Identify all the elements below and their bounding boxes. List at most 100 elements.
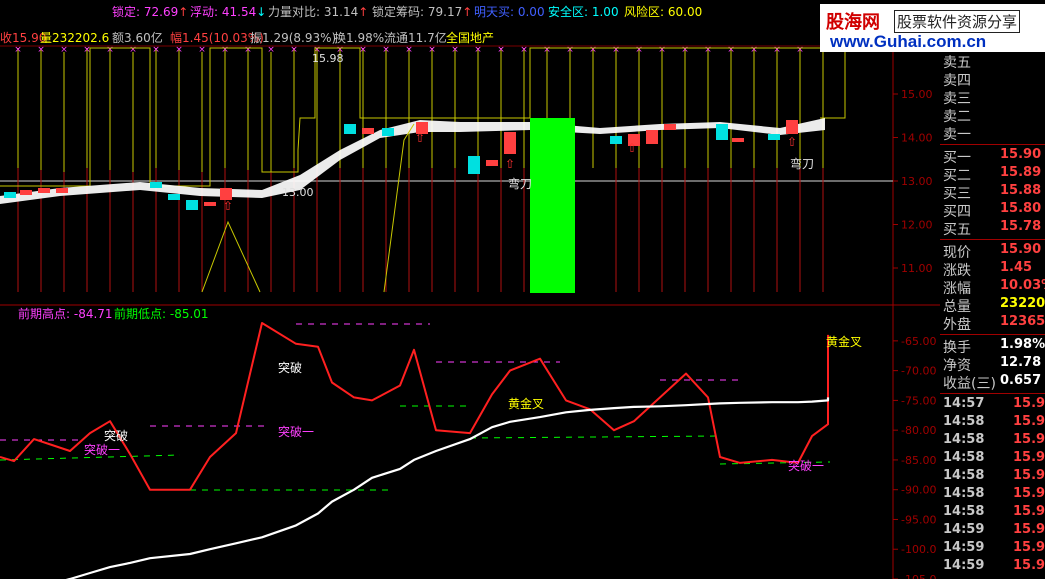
quote-label: 外盘 — [943, 317, 971, 333]
cross-marker: × — [612, 45, 620, 55]
summary-item-text: 力量对比: 31.14 — [268, 5, 359, 19]
candlestick[interactable] — [150, 182, 162, 188]
info-item: 额3.60亿 — [112, 31, 163, 45]
cross-marker: × — [727, 45, 735, 55]
quote-row: 现价 15.90 — [940, 242, 1045, 261]
up-arrow-icon: ⇧ — [223, 199, 233, 213]
quote-value: 15.9 — [1013, 540, 1045, 555]
cross-marker: × — [589, 45, 597, 55]
candlestick[interactable] — [664, 124, 676, 130]
quote-label: 买二 — [943, 168, 971, 184]
y-tick-label: -65.00 — [901, 335, 936, 348]
quote-label: 14:59 — [943, 522, 985, 537]
candlestick[interactable] — [382, 128, 394, 136]
quote-row: 14:57 15.9 — [940, 396, 1045, 414]
quote-row: 14:58 15.9 — [940, 486, 1045, 504]
candlestick[interactable] — [504, 132, 516, 154]
quote-row: 14:58 15.9 — [940, 414, 1045, 432]
summary-item-text: 锁定筹码: 79.17 — [372, 5, 463, 19]
quote-label: 卖三 — [943, 91, 971, 107]
y-tick-label: -75.00 — [901, 394, 936, 407]
quote-row: 外盘 123658 — [940, 314, 1045, 333]
summary-item: 锁定: 72.69↑ — [112, 3, 188, 20]
y-tick-label: 15.00 — [901, 88, 933, 101]
candlestick[interactable] — [204, 202, 216, 206]
candlestick[interactable] — [38, 188, 50, 193]
candlestick[interactable] — [732, 138, 744, 142]
quote-value: 15.9 — [1013, 468, 1045, 483]
y-tick-label: 12.00 — [901, 219, 933, 232]
y-tick-label: -85.00 — [901, 454, 936, 467]
candlestick[interactable] — [468, 156, 480, 174]
quote-label: 14:58 — [943, 414, 985, 429]
quote-label: 14:59 — [943, 540, 985, 555]
candlestick[interactable] — [4, 192, 16, 198]
quote-row: 卖三 — [940, 88, 1045, 107]
peak-price-label: 15.98 — [312, 52, 344, 65]
quote-label: 涨跌 — [943, 263, 971, 279]
cross-marker: × — [566, 45, 574, 55]
quote-label: 14:58 — [943, 468, 985, 483]
info-item: 全国地产 — [446, 31, 495, 45]
cross-marker: × — [60, 45, 68, 55]
panel-separator — [940, 239, 1045, 240]
quote-label: 总量 — [943, 299, 971, 315]
candlestick[interactable] — [486, 160, 498, 166]
cross-marker: × — [681, 45, 689, 55]
candlestick[interactable] — [362, 128, 374, 134]
quote-row: 14:58 15.9 — [940, 468, 1045, 486]
signal-annotation: 突破 — [278, 360, 302, 375]
quote-value: 15.90 — [1000, 242, 1042, 257]
quote-value: 15.9 — [1013, 432, 1045, 447]
quote-value: 15.9 — [1013, 504, 1045, 519]
cross-marker: × — [704, 45, 712, 55]
signal-annotation: 突破一 — [788, 458, 824, 473]
quote-row: 14:59 15.9 — [940, 540, 1045, 558]
quote-value: 15.9 — [1013, 414, 1045, 429]
cross-marker: × — [451, 45, 459, 55]
box-outline — [0, 47, 846, 187]
indicator-line-white[interactable] — [0, 397, 830, 579]
limit-up-candle[interactable] — [530, 118, 575, 293]
quote-value: 15.90 — [1000, 147, 1042, 162]
chart-canvas[interactable]: 15.00 14.00 13.00 12.00 11.00 × × × × × × × × × × × × × × ×… — [0, 0, 1045, 579]
down-arrow-icon: ↓ — [256, 5, 267, 19]
panel-separator — [940, 393, 1045, 394]
candlestick[interactable] — [56, 188, 68, 193]
cross-marker: × — [267, 45, 275, 55]
candlestick[interactable] — [646, 130, 658, 144]
moving-average-band — [0, 118, 825, 204]
quote-value: 15.80 — [1000, 201, 1042, 216]
up-arrow-icon: ⇧ — [415, 131, 425, 145]
quote-label: 买四 — [943, 204, 971, 220]
quote-row: 14:59 15.9 — [940, 522, 1045, 540]
y-tick-label: 13.00 — [901, 175, 933, 188]
cross-marker: × — [244, 45, 252, 55]
info-item: 流通11.7亿 — [384, 31, 447, 45]
candlestick[interactable] — [716, 124, 728, 140]
candlestick[interactable] — [768, 134, 780, 140]
quote-label: 卖四 — [943, 73, 971, 89]
candlestick[interactable] — [610, 136, 622, 144]
candlestick[interactable] — [786, 120, 798, 134]
up-arrow-icon: ↑ — [462, 5, 473, 19]
y-tick-label: -100.0 — [901, 543, 936, 556]
quote-value: 15.9 — [1013, 522, 1045, 537]
candlestick[interactable] — [168, 194, 180, 200]
cross-marker: × — [543, 45, 551, 55]
candlestick[interactable] — [344, 124, 356, 134]
logo-slogan: 股票软件资源分享 — [894, 10, 1021, 33]
quote-value: 15.78 — [1000, 219, 1042, 234]
cross-marker: × — [382, 45, 390, 55]
candlestick[interactable] — [186, 200, 198, 210]
cross-marker: × — [152, 45, 160, 55]
summary-item: 锁定筹码: 79.17↑ — [372, 3, 472, 20]
indicator-pane[interactable]: 前期高点: -84.71 前期低点: -85.01 -65.00 -70.00 -75.… — [0, 306, 936, 579]
candlestick[interactable] — [20, 190, 32, 195]
up-arrow-icon: ⇧ — [787, 135, 797, 149]
quote-value: 12.78 — [1000, 355, 1042, 370]
cross-marker: × — [474, 45, 482, 55]
cross-marker: × — [106, 45, 114, 55]
summary-item-text: 浮动: 41.54 — [190, 5, 257, 19]
signal-annotation: 黄金叉 — [508, 396, 544, 411]
